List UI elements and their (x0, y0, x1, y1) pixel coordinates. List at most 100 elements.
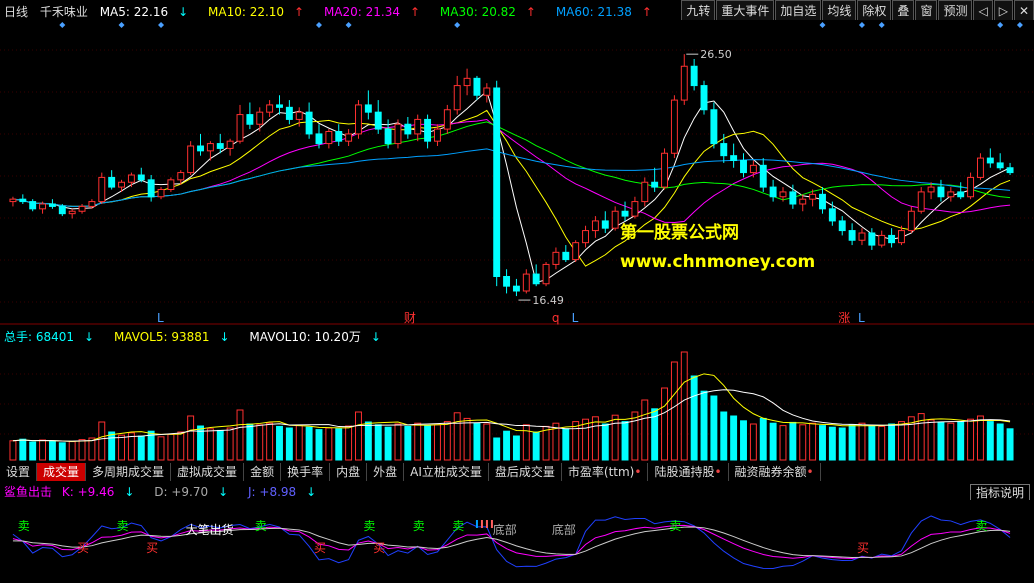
candle-body (828, 208, 836, 222)
candle-body (700, 85, 708, 111)
event-marker: 涨 (838, 310, 850, 325)
volume-bar (601, 423, 609, 461)
volume-bar (838, 427, 846, 461)
next-icon[interactable]: ▷ (993, 0, 1013, 22)
tab-5[interactable]: 换手率 (281, 463, 331, 481)
tab-0[interactable]: 设置 (0, 463, 38, 481)
top-button-3[interactable]: 均线 (822, 0, 857, 22)
tab-8[interactable]: AI立桩成交量 (404, 463, 489, 481)
indicator-name[interactable]: 鲨鱼出击 (4, 485, 52, 499)
tab-6[interactable]: 内盘 (330, 463, 368, 481)
tab-3[interactable]: 虚拟成交量 (171, 463, 245, 481)
volume-bar (404, 425, 412, 461)
candle-body (957, 191, 965, 198)
top-button-0[interactable]: 九转 (681, 0, 716, 22)
volume-bar (285, 427, 293, 461)
candle-body (661, 152, 668, 188)
candle-body (355, 104, 362, 135)
candle-body (384, 128, 392, 145)
volume-bar (187, 415, 195, 461)
volume-bar (888, 423, 896, 461)
total-volume: 总手: 68401 ↓ (4, 330, 102, 344)
volume-chart[interactable] (0, 344, 1034, 462)
indicator-chart[interactable]: 卖 卖 卖 卖 卖 卖 卖 卖买 买 买 买 买 大笔出货 底部 底部 (0, 500, 1034, 582)
candle-body (374, 111, 382, 130)
tab-4[interactable]: 金额 (244, 463, 282, 481)
top-button-4[interactable]: 除权 (857, 0, 892, 22)
candle-body (216, 143, 224, 149)
candle-body (39, 203, 47, 210)
volume-bar (453, 412, 461, 461)
volume-bar (947, 422, 955, 461)
tab-2[interactable]: 多周期成交量 (86, 463, 172, 481)
volume-bar (19, 438, 27, 461)
candle-body (976, 157, 984, 178)
low-label: 16.49 (532, 294, 564, 307)
tab-1[interactable]: 成交量 (37, 463, 87, 481)
prev-icon[interactable]: ◁ (973, 0, 993, 22)
volume-bar (276, 425, 283, 461)
volume-bar (996, 423, 1004, 461)
candle-body (276, 104, 283, 108)
volume-bar (957, 421, 965, 461)
candle-body (246, 114, 254, 125)
candle-body (611, 210, 619, 229)
candle-body (858, 232, 866, 241)
candle-body (888, 234, 896, 244)
candle-body (98, 176, 106, 203)
mavol10-readout: MAVOL10: 10.20万 ↓ (249, 330, 388, 344)
top-button-6[interactable]: 窗 (915, 0, 938, 22)
close-icon[interactable]: ✕ (1013, 0, 1034, 22)
candle-body (1006, 167, 1014, 174)
buy-signal: 买 (314, 541, 326, 555)
sell-signal: 卖 (117, 519, 129, 533)
volume-bar (690, 375, 698, 461)
candle-body (118, 181, 125, 188)
candle-body (335, 131, 343, 142)
ma5-readout: MA5: 22.16 ↓ (100, 5, 196, 19)
volume-bar (858, 422, 866, 461)
candle-body (601, 220, 609, 229)
candle-body (927, 186, 935, 193)
top-button-1[interactable]: 重大事件 (716, 0, 775, 22)
candle-body (29, 201, 37, 210)
top-button-5[interactable]: 叠 (892, 0, 915, 22)
volume-bar (295, 425, 303, 461)
ma10-readout: MA10: 22.10 ↑ (208, 5, 312, 19)
tab-7[interactable]: 外盘 (367, 463, 405, 481)
buy-signal: 买 (77, 541, 89, 555)
candle-body (147, 179, 155, 198)
volume-bar (789, 421, 797, 461)
event-marker: L (572, 311, 579, 325)
period-label[interactable]: 日线 (4, 5, 28, 19)
volume-bar (374, 424, 382, 461)
volume-bar (710, 395, 718, 461)
tab-9[interactable]: 盘后成交量 (488, 463, 562, 481)
d-arrow-icon: ↓ (218, 485, 229, 499)
candle-body (749, 164, 757, 174)
volume-bar (463, 417, 471, 461)
candle-body (424, 118, 432, 142)
volume-bar (157, 436, 165, 461)
sell-signal: 卖 (18, 519, 30, 533)
total-arrow-icon: ↓ (84, 330, 95, 344)
candle-body (187, 145, 195, 174)
top-button-2[interactable]: 加自选 (775, 0, 822, 22)
candle-body (88, 201, 96, 207)
volume-bar (78, 439, 86, 461)
volume-bar (898, 421, 905, 461)
top-button-7[interactable]: 预测 (938, 0, 973, 22)
volume-bar (749, 423, 757, 461)
candle-body (443, 109, 451, 130)
tab-11[interactable]: 陆股通持股• (648, 463, 729, 481)
candle-body (552, 251, 560, 265)
volume-bar (384, 426, 392, 461)
ma5-value: MA5: 22.16 (99, 5, 169, 19)
candle-body (58, 205, 66, 215)
price-chart[interactable]: 26.5016.49L 财 q L 涨 L (0, 20, 1034, 325)
candle-body (295, 111, 303, 120)
ma30-arrow-icon: ↑ (525, 5, 536, 19)
tab-dot-icon: • (634, 465, 642, 479)
tab-10[interactable]: 市盈率(ttm)• (561, 463, 649, 481)
tab-12[interactable]: 融资融券余额• (728, 463, 821, 481)
